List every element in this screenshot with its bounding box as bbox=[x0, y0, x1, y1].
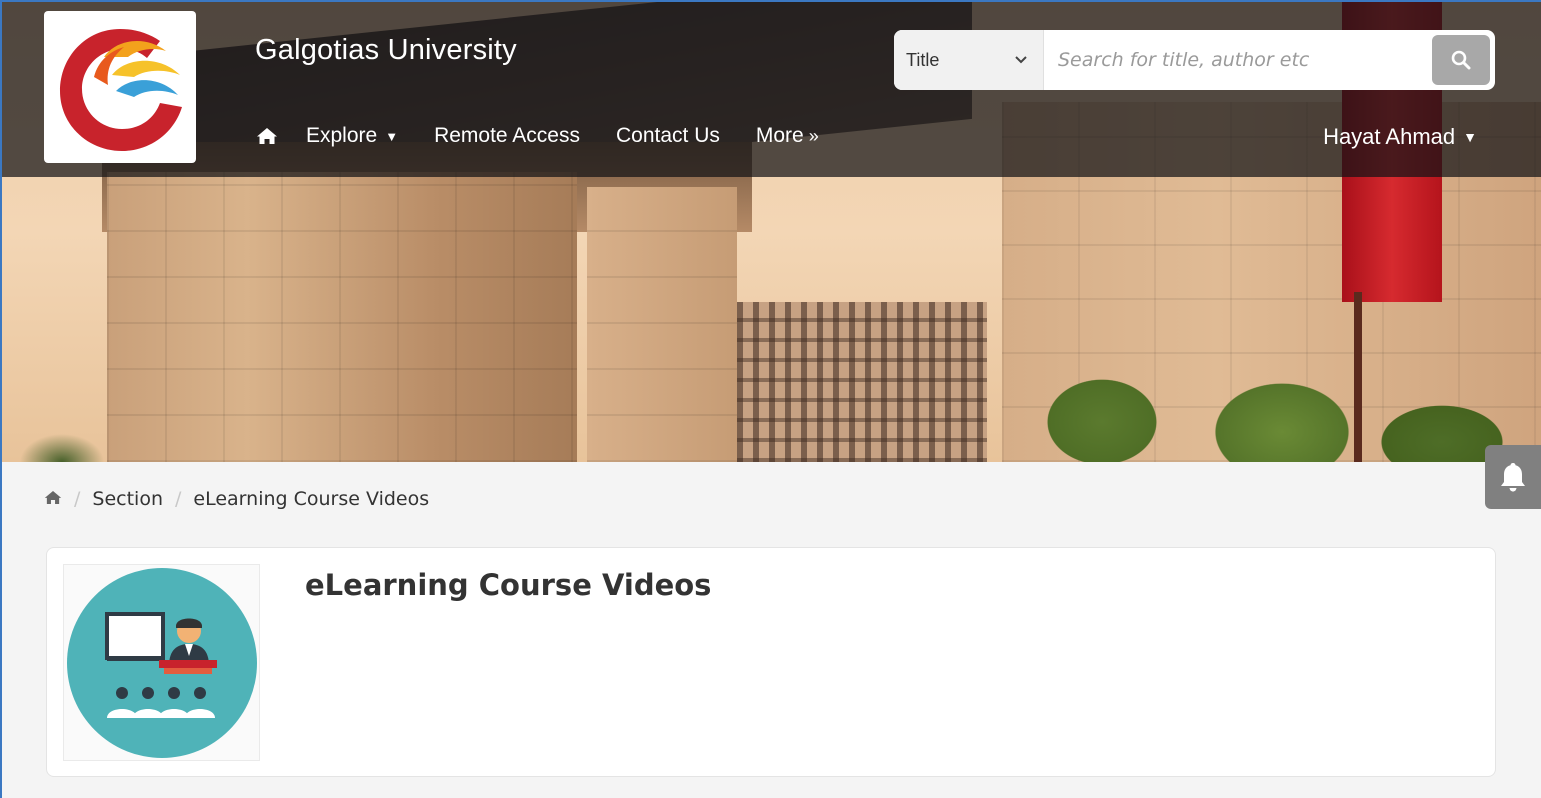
search-icon bbox=[1451, 50, 1471, 70]
nav-remote-access-label: Remote Access bbox=[434, 124, 580, 147]
main-nav: Explore ▼ Remote Access Contact Us More … bbox=[256, 124, 855, 148]
section-card: eLearning Course Videos bbox=[46, 547, 1496, 777]
nav-remote-access[interactable]: Remote Access bbox=[434, 124, 580, 148]
nav-explore[interactable]: Explore ▼ bbox=[306, 124, 398, 148]
elearning-presenter-icon bbox=[66, 567, 257, 758]
search-button[interactable] bbox=[1432, 35, 1490, 85]
university-logo[interactable] bbox=[44, 11, 196, 163]
top-navbar: Galgotias University Title Explore ▼ bbox=[2, 2, 1541, 177]
search-field-selected: Title bbox=[906, 49, 940, 70]
section-thumbnail bbox=[63, 564, 260, 761]
search-bar: Title bbox=[894, 30, 1495, 90]
search-input[interactable] bbox=[1044, 30, 1432, 90]
user-menu[interactable]: Hayat Ahmad ▼ bbox=[1323, 124, 1477, 150]
search-field-select[interactable]: Title bbox=[894, 30, 1044, 90]
bell-icon bbox=[1501, 463, 1525, 492]
notification-button[interactable] bbox=[1485, 445, 1541, 509]
double-chevron-right-icon: » bbox=[808, 125, 819, 146]
caret-down-icon: ▼ bbox=[1463, 129, 1477, 145]
nav-contact-us-label: Contact Us bbox=[615, 124, 720, 147]
nav-contact-us[interactable]: Contact Us bbox=[616, 124, 720, 148]
breadcrumb-section[interactable]: Section bbox=[92, 488, 163, 510]
chevron-down-icon bbox=[1015, 53, 1027, 67]
breadcrumb-current: eLearning Course Videos bbox=[193, 488, 430, 510]
nav-more-label: More bbox=[755, 124, 804, 147]
user-name: Hayat Ahmad bbox=[1323, 124, 1456, 149]
logo-icon bbox=[60, 29, 182, 151]
page-title: eLearning Course Videos bbox=[305, 568, 712, 602]
nav-explore-label: Explore bbox=[306, 124, 378, 147]
site-title[interactable]: Galgotias University bbox=[255, 34, 517, 67]
breadcrumb-home[interactable] bbox=[44, 488, 62, 510]
caret-down-icon: ▼ bbox=[385, 128, 399, 144]
nav-more[interactable]: More » bbox=[756, 124, 819, 148]
nav-home[interactable] bbox=[256, 127, 278, 145]
breadcrumb-separator: / bbox=[74, 488, 81, 510]
breadcrumb-separator: / bbox=[175, 488, 182, 510]
home-icon bbox=[257, 128, 277, 144]
breadcrumb: / Section / eLearning Course Videos bbox=[44, 488, 429, 510]
home-icon bbox=[44, 490, 62, 505]
